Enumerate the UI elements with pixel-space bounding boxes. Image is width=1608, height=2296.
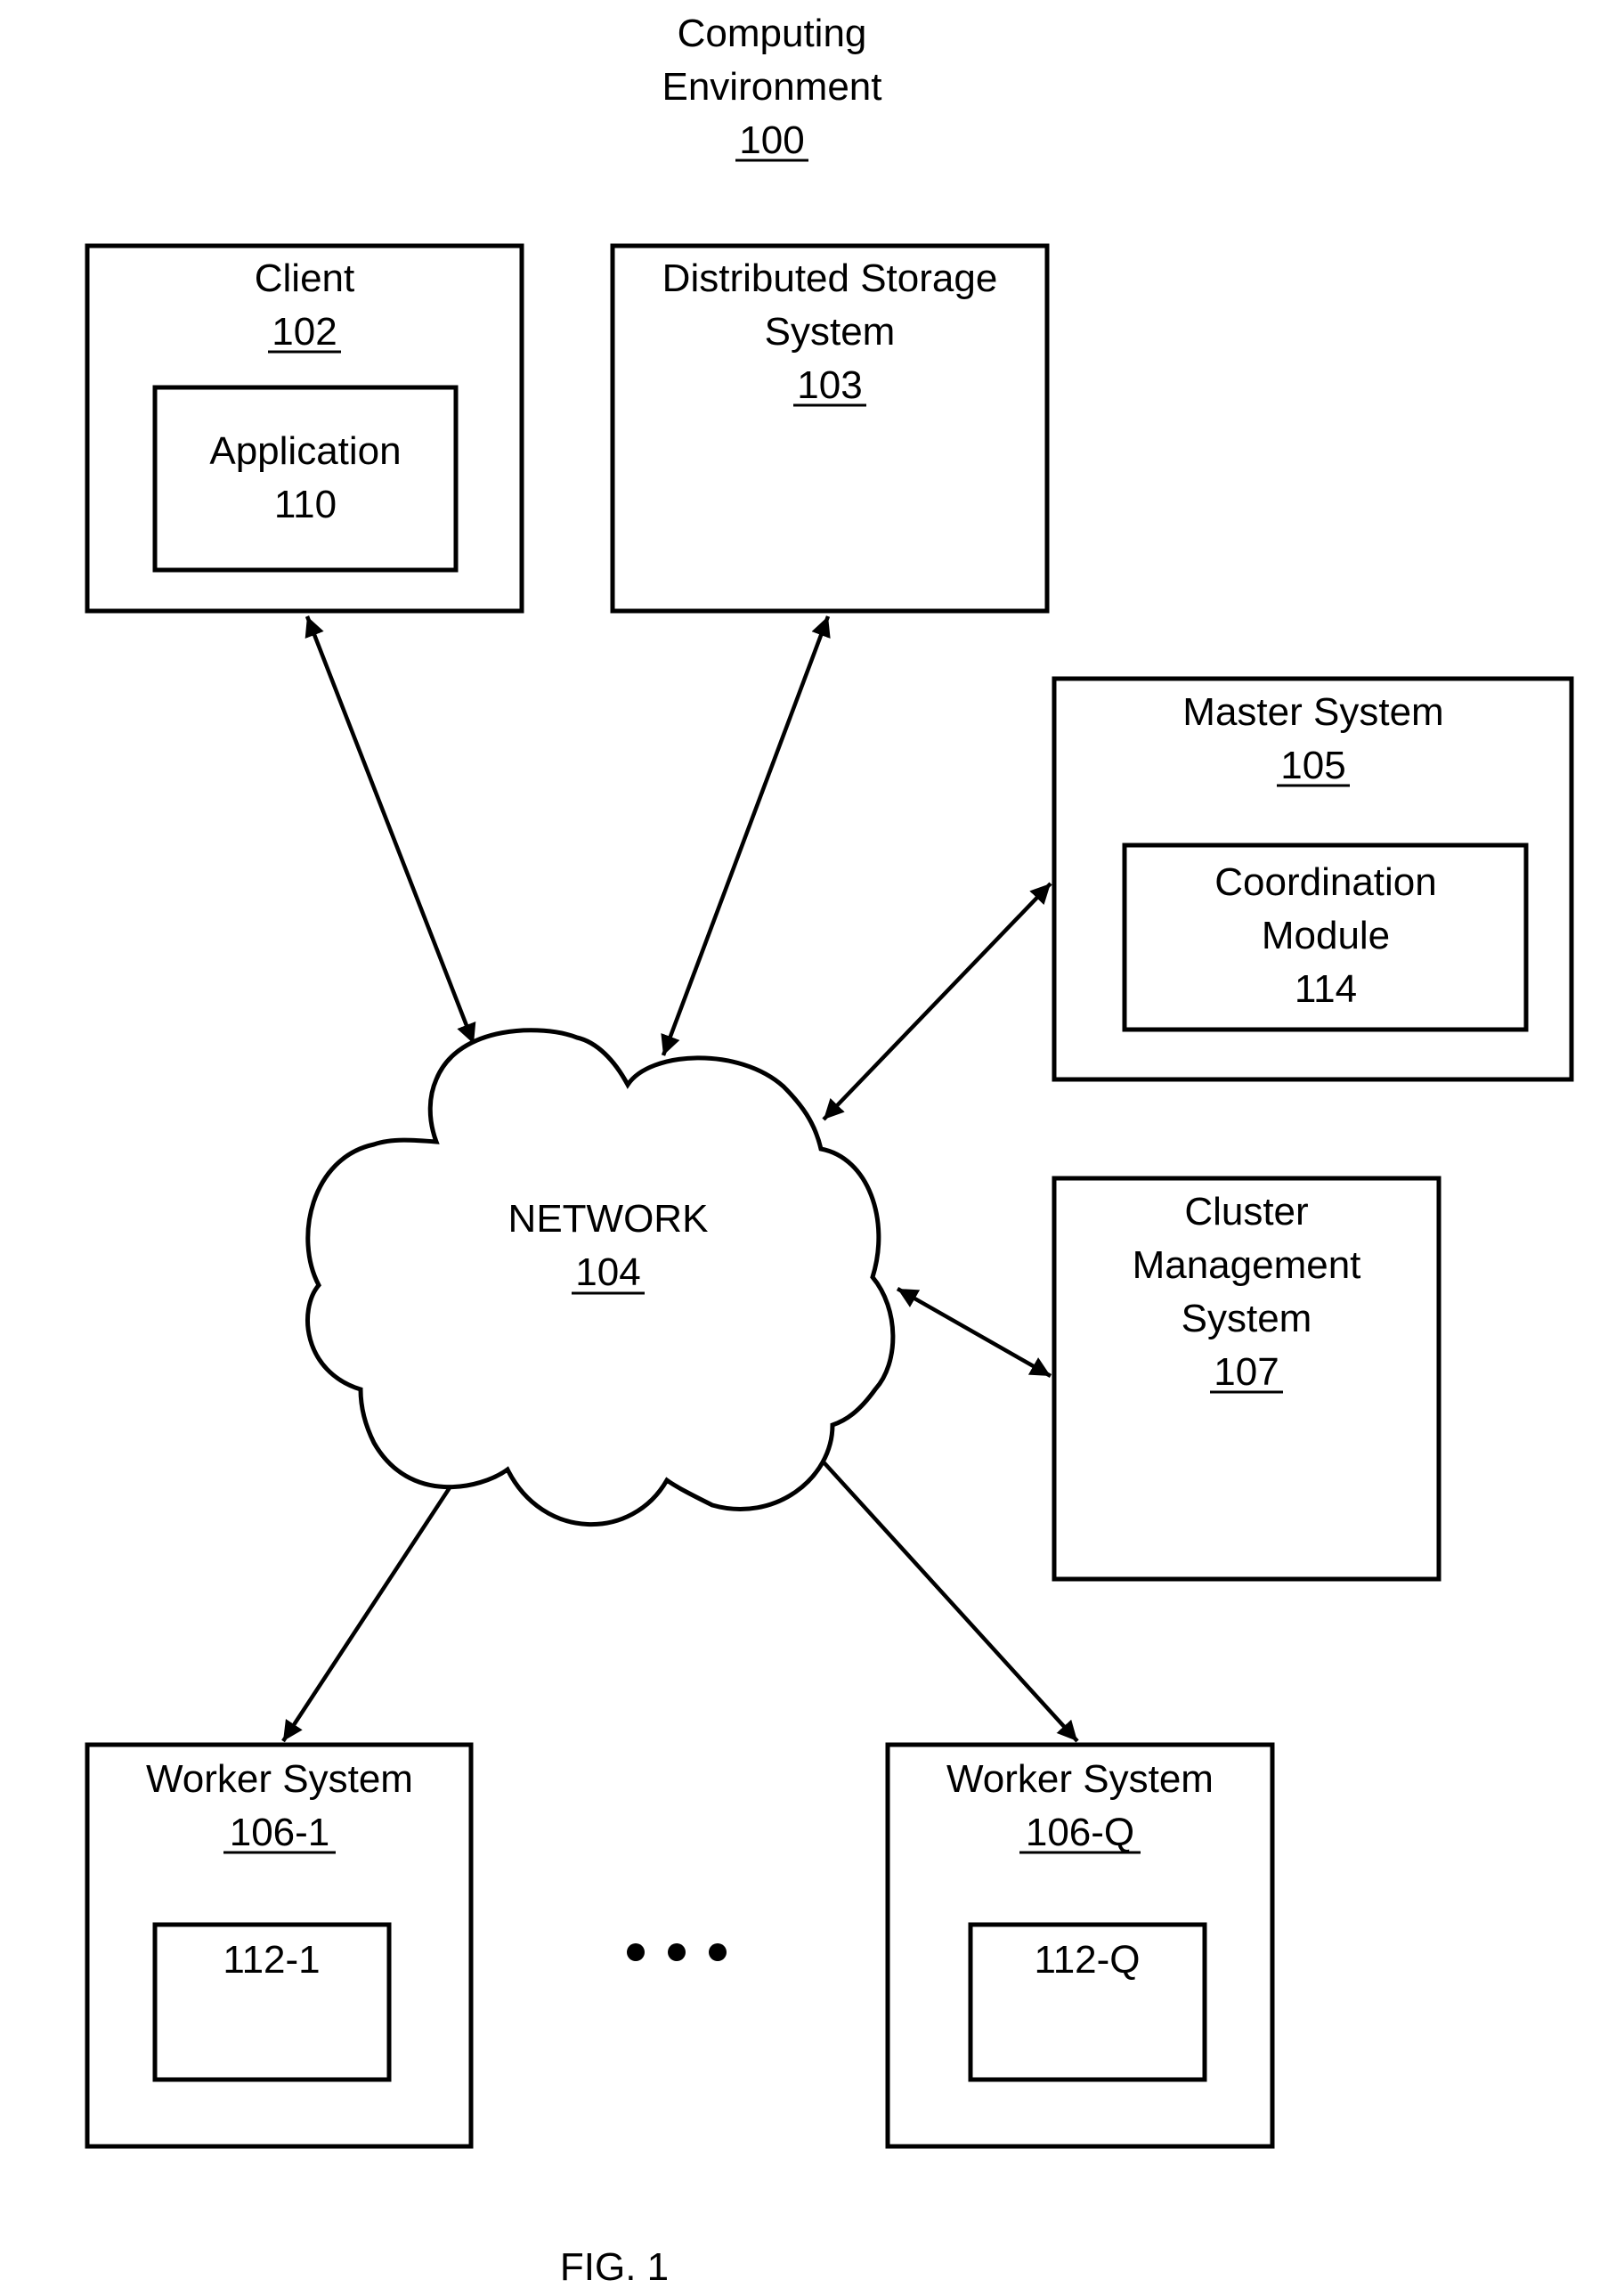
figure-title: Computing Environment 100: [662, 12, 881, 162]
title-line-2: Environment: [662, 65, 881, 109]
workerQ-node[interactable]: Worker System 106-Q 112-Q: [885, 1742, 1275, 2149]
worker1-ref: 106-1: [230, 1811, 330, 1854]
arrow-cluster-network: [896, 1287, 1052, 1378]
master-node[interactable]: Master System 105 Coordination Module 11…: [1052, 676, 1574, 1082]
ellipsis-dot: [709, 1943, 727, 1961]
cluster-label-line-1: Cluster: [1184, 1190, 1308, 1233]
arrow-client-network: [305, 615, 476, 1045]
worker1-label: Worker System: [146, 1757, 413, 1801]
coordination-ref: 114: [1295, 967, 1357, 1011]
master-label: Master System: [1182, 690, 1443, 734]
storage-box[interactable]: [610, 243, 1050, 614]
storage-node[interactable]: Distributed Storage System 103: [610, 243, 1050, 614]
figure-caption: FIG. 1: [560, 2245, 669, 2289]
cluster-node[interactable]: Cluster Management System 107: [1052, 1176, 1442, 1582]
title-line-1: Computing: [678, 12, 867, 55]
cluster-label-line-2: Management: [1133, 1243, 1361, 1287]
arrow-storage-network: [661, 615, 831, 1056]
network-ref: 104: [575, 1250, 640, 1294]
coordination-label-line-1: Coordination: [1214, 860, 1437, 904]
workerQ-ref: 106-Q: [1026, 1811, 1134, 1854]
master-ref: 105: [1280, 744, 1345, 787]
application-box[interactable]: [152, 385, 459, 573]
network-label: NETWORK: [508, 1197, 709, 1241]
worker1-node[interactable]: Worker System 106-1 112-1: [85, 1742, 474, 2149]
cluster-ref: 107: [1214, 1350, 1279, 1394]
arrow-master-network: [822, 882, 1052, 1121]
ellipsis-dots: [627, 1943, 727, 1961]
title-ref: 100: [739, 118, 804, 162]
workerQ-label: Worker System: [946, 1757, 1214, 1801]
arrow-workerQ-network: [788, 1423, 1079, 1743]
coordination-label-line-2: Module: [1262, 914, 1390, 957]
client-ref: 102: [272, 310, 337, 354]
client-label: Client: [255, 256, 355, 300]
network-cloud: NETWORK 104: [305, 1028, 896, 1527]
ellipsis-dot: [668, 1943, 686, 1961]
workerQ-inner-label: 112-Q: [1034, 1938, 1140, 1982]
application-label: Application: [209, 429, 401, 473]
application-ref: 110: [274, 483, 337, 526]
cluster-label-line-3: System: [1182, 1297, 1312, 1340]
diagram-canvas: Computing Environment 100 NETWORK 104 Cl…: [85, 12, 1574, 2289]
ellipsis-dot: [627, 1943, 645, 1961]
client-node[interactable]: Client 102 Application 110: [85, 243, 524, 614]
worker1-inner-label: 112-1: [223, 1938, 320, 1982]
storage-label-line-1: Distributed Storage: [662, 256, 998, 300]
storage-label-line-2: System: [765, 310, 896, 354]
storage-ref: 103: [797, 363, 862, 407]
